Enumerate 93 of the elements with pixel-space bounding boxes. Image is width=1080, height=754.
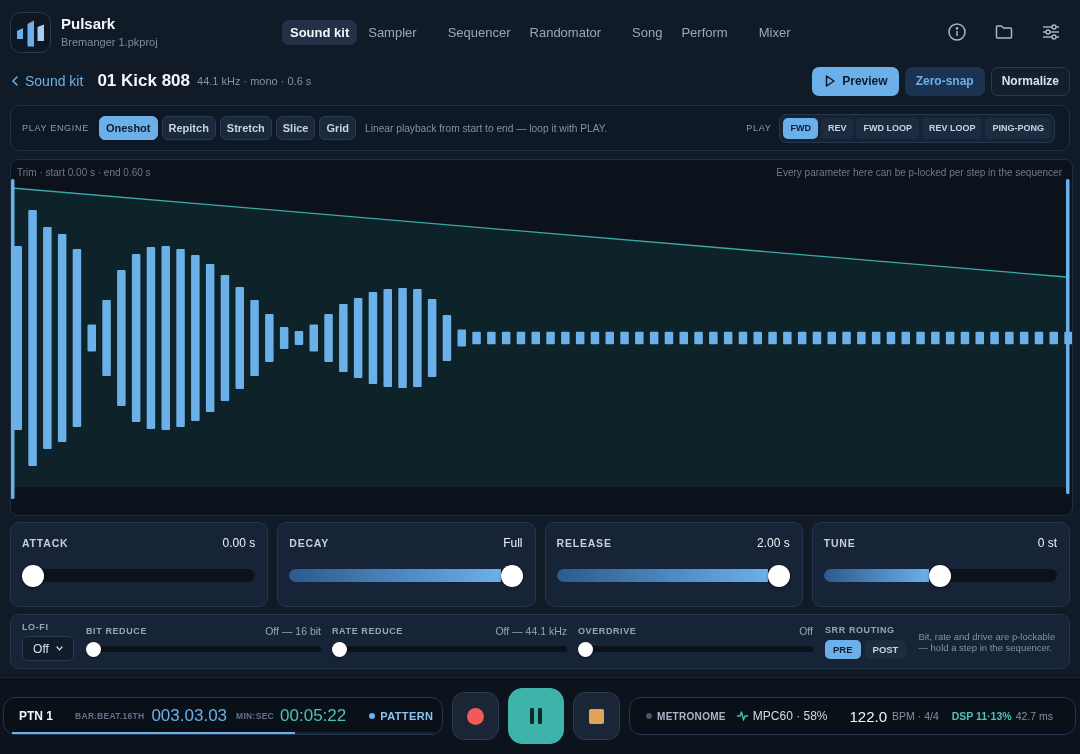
nav-tab[interactable]: Song	[624, 19, 671, 45]
lofi-label: LO-FI	[22, 622, 50, 633]
mode-button[interactable]: Slice	[275, 116, 316, 140]
routing-button[interactable]: PRE	[825, 640, 861, 659]
swing-value: MPC60 · 58%	[752, 709, 828, 723]
section-label: PLAY ENGINE	[22, 123, 89, 133]
latency-value: 42.7 ms	[1015, 710, 1053, 722]
tempo-value: 122.0	[849, 707, 888, 725]
dsp-load: DSP 11·13%	[951, 710, 1012, 722]
time-label: MIN:SEC	[236, 711, 275, 721]
play-icon	[825, 75, 836, 87]
position-value: 003.03.03	[151, 706, 228, 726]
trim-handle[interactable]	[1066, 179, 1070, 494]
trim-label: Trim · start 0.00 s · end 0.60 s	[17, 167, 151, 179]
direction-button[interactable]: REV	[820, 117, 854, 139]
param-value: Full	[503, 536, 523, 550]
record-button[interactable]	[452, 692, 499, 740]
position-label: BAR.BEAT.16TH	[75, 711, 145, 721]
slider-track[interactable]	[823, 564, 1057, 587]
pause-icon	[530, 708, 542, 724]
mode-button[interactable]: Grid	[319, 116, 357, 140]
param-value: Off — 44.1 kHz	[495, 625, 567, 637]
play-label: PLAY	[746, 123, 772, 133]
nav-tab[interactable]: Randomator	[521, 19, 610, 45]
slider-thumb[interactable]	[929, 564, 952, 587]
nav-tab[interactable]: Sound kit	[282, 19, 358, 45]
pause-button[interactable]	[508, 688, 564, 744]
mode-button[interactable]: Oneshot	[98, 116, 158, 140]
param-value: Off — 16 bit	[265, 625, 321, 637]
normalize-button[interactable]: Normalize	[990, 66, 1070, 96]
tempo-unit: BPM · 4/4	[892, 710, 939, 722]
trim-handle[interactable]	[11, 179, 15, 499]
stop-button[interactable]	[573, 692, 620, 740]
slider-thumb[interactable]	[500, 564, 523, 587]
project-name: Bremanger 1.pkproj	[61, 36, 159, 49]
pulse-icon	[736, 710, 748, 722]
back-link[interactable]: Sound kit	[10, 73, 84, 89]
chevron-down-icon	[55, 646, 63, 651]
slider-track[interactable]	[578, 641, 813, 657]
preview-button[interactable]: Preview	[812, 66, 899, 96]
app-name: Pulsark	[61, 15, 117, 33]
folder-icon[interactable]	[995, 23, 1013, 41]
pattern-name: PTN 1	[19, 709, 53, 723]
slider-thumb[interactable]	[86, 641, 101, 657]
param-label: RATE REDUCE	[332, 625, 403, 637]
slider-thumb[interactable]	[332, 641, 347, 657]
slider-thumb[interactable]	[22, 564, 44, 587]
routing-button[interactable]: POST	[864, 640, 907, 659]
slider-track[interactable]	[86, 641, 321, 657]
param-value: 0.00 s	[222, 536, 256, 550]
mode-button[interactable]: Repitch	[161, 116, 216, 140]
slider-track[interactable]	[289, 564, 523, 587]
logo-icon	[10, 11, 51, 53]
chevron-left-icon	[12, 76, 18, 86]
record-icon	[467, 707, 484, 725]
stop-icon	[589, 708, 604, 724]
param-label: ATTACK	[22, 537, 69, 549]
direction-button[interactable]: REV LOOP	[921, 117, 983, 139]
param-label: BIT REDUCE	[86, 625, 147, 637]
param-label: RELEASE	[556, 537, 612, 549]
direction-button[interactable]: PING-PONG	[985, 117, 1051, 139]
param-value: Off	[799, 625, 813, 637]
mode-button[interactable]: Stretch	[219, 116, 272, 140]
mode-label: PATTERN	[380, 710, 434, 722]
time-value: 00:05:22	[280, 706, 347, 726]
sample-title: 01 Kick 808	[97, 71, 190, 91]
info-icon[interactable]	[948, 23, 966, 41]
slider-track[interactable]	[22, 564, 256, 587]
zero-snap-button[interactable]: Zero-snap	[904, 66, 985, 96]
param-label: TUNE	[823, 537, 856, 549]
slider-thumb[interactable]	[578, 641, 593, 657]
engine-description: Linear playback from start to end — loop it with PLAY.	[365, 122, 608, 134]
nav-tab[interactable]: Perform	[673, 19, 736, 45]
direction-button[interactable]: FWD LOOP	[856, 117, 919, 139]
slider-track[interactable]	[556, 564, 790, 587]
sliders-icon[interactable]	[1042, 23, 1060, 41]
direction-button[interactable]: FWD	[783, 117, 818, 139]
nav-tab[interactable]: Sampler	[360, 19, 425, 45]
lofi-note: Bit, rate and drive are p-lockable — hold a step in the sequencer.	[918, 630, 1057, 653]
param-value: 2.00 s	[757, 536, 790, 550]
status-dot-icon	[369, 713, 376, 719]
param-label: OVERDRIVE	[578, 625, 637, 637]
nav-tab[interactable]: Mixer	[750, 19, 799, 45]
slider-track[interactable]	[332, 641, 567, 657]
p-lock-hint: Every parameter here can be p-locked per step in the sequencer	[776, 167, 1062, 179]
lofi-dropdown[interactable]: Off	[22, 636, 74, 661]
param-value: 0 st	[1037, 536, 1057, 550]
sample-info: 44.1 kHz · mono · 0.6 s	[197, 75, 312, 87]
param-label: DECAY	[289, 537, 330, 549]
slider-thumb[interactable]	[767, 564, 790, 587]
routing-label: SRR ROUTING	[825, 625, 896, 636]
nav-tab[interactable]: Sequencer	[439, 19, 519, 45]
metronome-toggle[interactable]: METRONOME	[646, 710, 726, 722]
